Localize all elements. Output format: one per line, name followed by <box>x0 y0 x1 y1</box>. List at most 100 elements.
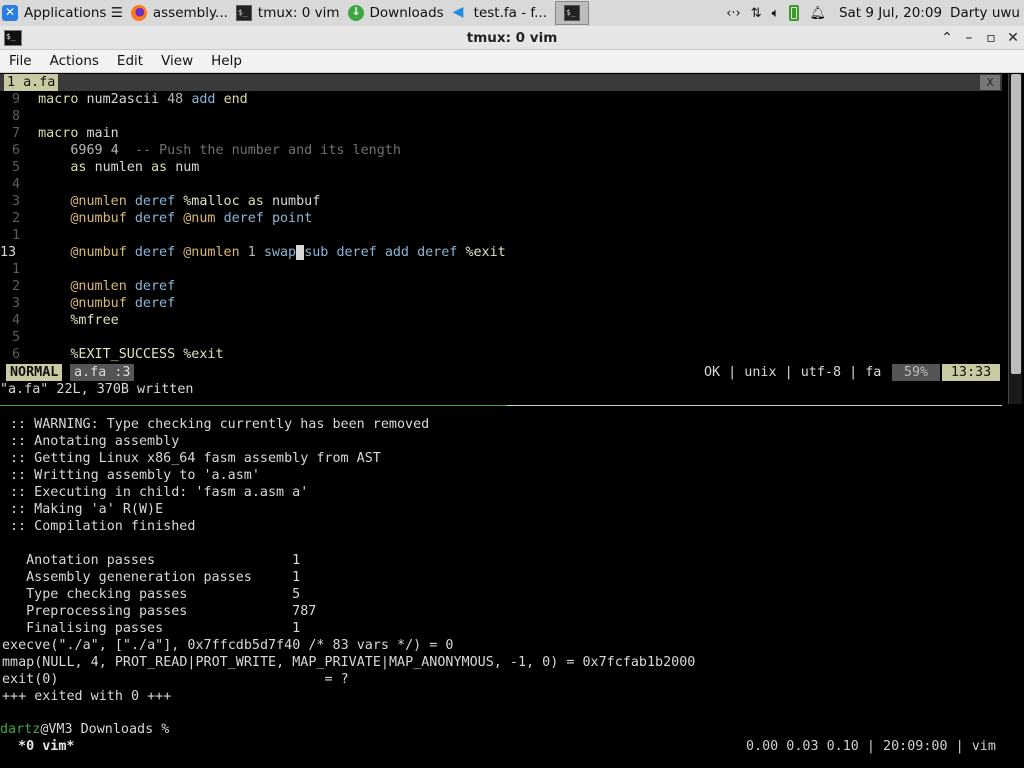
tmux-status-right: 0.00 0.03 0.10 | 20:09:00 | vim <box>746 739 996 754</box>
line-number: 3 <box>11 194 20 209</box>
maximize-caret-icon[interactable]: ⌃ <box>936 30 958 46</box>
code-line[interactable]: 7 macro main <box>0 125 119 142</box>
tmux-status-bar: *0 vim* 0.00 0.03 0.10 | 20:09:00 | vim <box>0 738 1024 755</box>
prompt-user: dartz <box>0 722 41 737</box>
line-number: 2 <box>11 279 20 294</box>
system-tray: ‹·› ⇅ 🔈︎ 🔔︎ Sat 9 Jul, 20:09 Darty uwu <box>721 0 1024 26</box>
transfer-icon[interactable]: ⇅ <box>751 6 762 21</box>
close-button[interactable]: ✕ <box>1002 30 1024 46</box>
menu-actions[interactable]: Actions <box>41 53 108 69</box>
line-number: 3 <box>11 296 20 311</box>
minimize-button[interactable]: – <box>958 30 980 46</box>
build-log-line: Anotation passes 1 <box>10 553 301 568</box>
code-line[interactable]: 3 @numlen deref %malloc as numbuf <box>0 193 320 210</box>
taskbar-item-vscode[interactable]: test.fa - f... <box>448 0 551 26</box>
code-line[interactable]: 5 <box>0 329 38 346</box>
text-cursor <box>296 245 305 260</box>
network-arrows-icon[interactable]: ‹·› <box>726 6 741 21</box>
code-line[interactable]: 4 %mfree <box>0 312 119 329</box>
volume-icon[interactable]: 🔈︎ <box>772 6 780 21</box>
taskbar-item-label: test.fa - f... <box>473 5 548 21</box>
vscode-icon <box>452 4 468 21</box>
shell-prompt[interactable]: dartz@VM3 Downloads % <box>0 721 169 738</box>
firefox-icon <box>130 5 147 21</box>
vim-tab-close-button[interactable]: X <box>980 75 1000 90</box>
restore-button[interactable]: ▫ <box>980 30 1002 46</box>
taskbar-item-label: Downloads <box>369 5 444 21</box>
build-log-line: :: Anotating assembly <box>10 434 180 449</box>
line-number: 6 <box>11 347 20 362</box>
taskbar-item-terminal[interactable]: tmux: 0 vim <box>232 0 344 26</box>
tmux-pane-divider-active <box>0 405 507 406</box>
line-number: 9 <box>11 92 20 107</box>
code-line[interactable]: 6 6969 4 -- Push the number and its leng… <box>0 142 401 159</box>
strace-line: mmap(NULL, 4, PROT_READ|PROT_WRITE, MAP_… <box>2 655 696 670</box>
terminal-icon <box>235 5 252 21</box>
vim-tab-active[interactable]: 1 a.fa <box>4 74 59 91</box>
vim-mode: NORMAL <box>6 364 63 381</box>
code-line[interactable]: 9 macro num2ascii 48 add end <box>0 91 248 108</box>
vim-statusline-position: 13:33 <box>942 364 1000 381</box>
xfce-logo-icon <box>2 5 18 21</box>
applications-label: Applications ☰ <box>24 5 123 21</box>
taskbar-item-firefox[interactable]: assembly... <box>127 0 232 26</box>
build-log-line: Preprocessing passes 787 <box>10 604 317 619</box>
battery-icon[interactable] <box>789 5 800 21</box>
scrollbar-thumb[interactable] <box>1011 74 1021 374</box>
vim-statusline-percent: 59% <box>892 364 940 381</box>
taskbar-item-label: assembly... <box>152 5 228 21</box>
build-log-line: :: Compilation finished <box>10 519 196 534</box>
code-line[interactable]: 1 <box>0 261 38 278</box>
build-log-line: Type checking passes 5 <box>10 587 301 602</box>
code-line[interactable]: 2 @numlen deref <box>0 278 175 295</box>
top-panel: Applications ☰ assembly... tmux: 0 vim D… <box>0 0 1024 26</box>
tmux-window-tab[interactable]: *0 vim* <box>10 738 74 755</box>
line-number: 8 <box>11 109 20 124</box>
line-number: 5 <box>11 330 20 345</box>
code-line[interactable]: 5 as numlen as num <box>0 159 199 176</box>
menu-help[interactable]: Help <box>202 53 251 69</box>
vim-statusline-file: a.fa :3 <box>70 364 135 381</box>
taskbar-item-downloads[interactable]: Downloads <box>344 0 448 26</box>
line-number: 5 <box>11 160 20 175</box>
code-line[interactable]: 2 @numbuf deref @num deref point <box>0 210 312 227</box>
code-line[interactable]: 1 <box>0 227 38 244</box>
build-log-line: :: Writting assembly to 'a.asm' <box>10 468 260 483</box>
prompt-host-path: @VM3 Downloads % <box>40 722 170 737</box>
terminal-scrollbar[interactable] <box>1008 74 1022 404</box>
code-line[interactable]: 8 <box>0 108 38 125</box>
taskbar-item-active-terminal[interactable] <box>555 1 590 25</box>
menu-edit[interactable]: Edit <box>108 53 152 69</box>
build-log-line: Finalising passes 1 <box>10 621 301 636</box>
strace-line: exit(0) = ? <box>2 672 349 687</box>
vim-statusline-info: OK | unix | utf-8 | fa <box>704 365 882 380</box>
vim-statusline: NORMAL a.fa :3 OK | unix | utf-8 | fa 59… <box>0 364 1002 381</box>
line-number: 1 <box>11 262 20 277</box>
download-icon <box>347 5 364 21</box>
applications-menu-button[interactable]: Applications ☰ <box>0 0 127 26</box>
terminal-area[interactable]: 1 a.fa X 9 macro num2ascii 48 add end 8 7… <box>0 74 1024 768</box>
terminal-icon[interactable] <box>4 29 22 46</box>
notification-bell-icon[interactable]: 🔔︎ <box>809 6 826 21</box>
build-log-line: Assembly geneneration passes 1 <box>10 570 301 585</box>
code-line[interactable]: 4 <box>0 176 38 193</box>
window-title: tmux: 0 vim <box>466 29 558 46</box>
build-log-line: :: Getting Linux x86_64 fasm assembly fr… <box>10 451 381 466</box>
vim-tabline: 1 a.fa X <box>0 74 1002 91</box>
terminal-icon <box>564 5 581 21</box>
window-titlebar[interactable]: tmux: 0 vim ⌃ – ▫ ✕ <box>0 26 1024 50</box>
menu-bar: File Actions Edit View Help <box>0 50 1024 73</box>
menu-file[interactable]: File <box>0 53 41 69</box>
taskbar-item-label: tmux: 0 vim <box>257 5 340 21</box>
build-log-line: :: Executing in child: 'fasm a.asm a' <box>10 485 309 500</box>
line-number: 4 <box>11 313 20 328</box>
user-menu[interactable]: Darty uwu <box>950 5 1020 21</box>
menu-view[interactable]: View <box>152 53 202 69</box>
line-number: 1 <box>11 228 20 243</box>
code-line[interactable]: 6 %EXIT_SUCCESS %exit <box>0 346 224 363</box>
build-log-line: :: Making 'a' R(W)E <box>10 502 164 517</box>
line-number: 6 <box>11 143 20 158</box>
code-line[interactable]: 13 @numbuf deref @numlen 1 swap sub dere… <box>0 244 506 261</box>
code-line[interactable]: 3 @numbuf deref <box>0 295 175 312</box>
clock[interactable]: Sat 9 Jul, 20:09 <box>839 5 942 21</box>
